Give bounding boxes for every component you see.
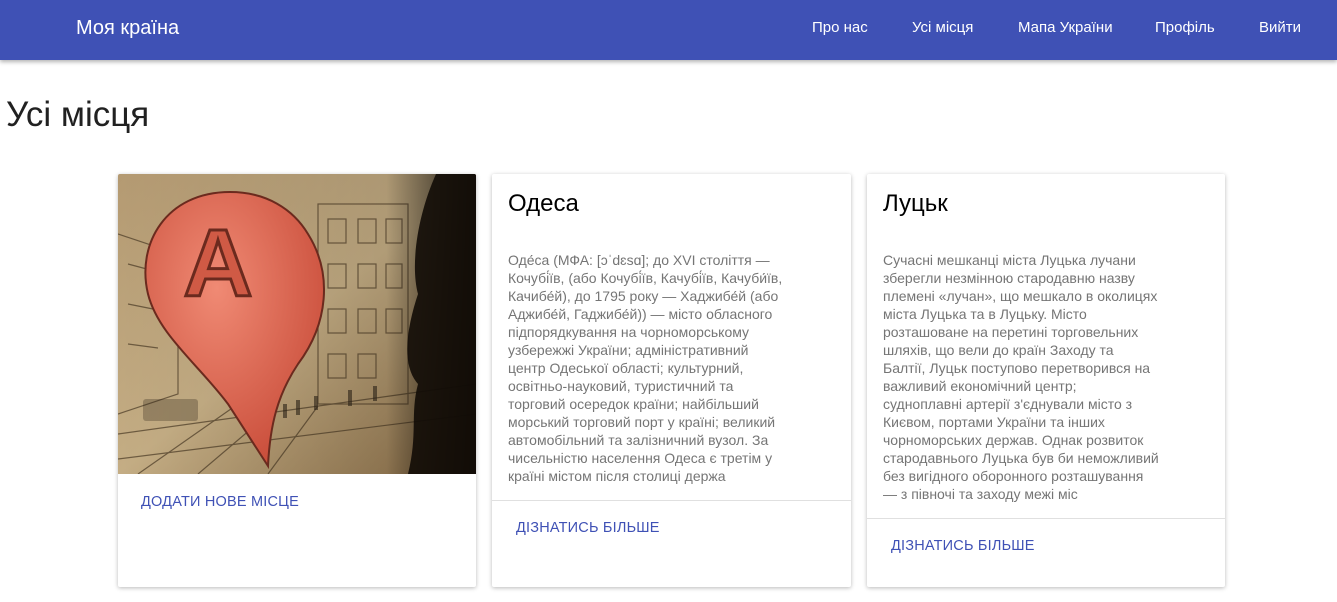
card-actions: ДОДАТИ НОВЕ МІСЦЕ (118, 474, 476, 587)
top-navbar: Моя країна Про нас Усі місця Мапа Україн… (0, 0, 1337, 60)
nav-link-profile[interactable]: Профіль (1155, 18, 1215, 38)
add-new-place-button[interactable]: ДОДАТИ НОВЕ МІСЦЕ (141, 493, 299, 511)
place-card-lutsk: Луцьк Сучасні мешканці міста Луцька луча… (867, 174, 1225, 587)
place-title: Луцьк (883, 190, 948, 217)
place-card-odesa: Одеса Оде́са (МФА: [ɔˈdɛsɑ]; до XVI стол… (492, 174, 851, 587)
learn-more-button[interactable]: ДІЗНАТИСЬ БІЛЬШЕ (516, 519, 660, 537)
add-place-card: A ДОДАТИ НОВЕ МІСЦЕ (118, 174, 476, 587)
learn-more-button[interactable]: ДІЗНАТИСЬ БІЛЬШЕ (891, 537, 1035, 555)
nav-link-logout[interactable]: Вийти (1259, 18, 1301, 38)
nav-link-all-places[interactable]: Усі місця (912, 18, 973, 38)
map-marker-a-icon: A (118, 174, 476, 475)
place-title: Одеса (508, 190, 579, 217)
nav-link-about[interactable]: Про нас (812, 18, 868, 38)
page-title: Усі місця (6, 95, 150, 134)
place-description: Оде́са (МФА: [ɔˈdɛsɑ]; до XVI століття —… (508, 252, 783, 484)
card-actions: ДІЗНАТИСЬ БІЛЬШЕ (492, 500, 851, 587)
svg-text:A: A (183, 210, 252, 317)
card-actions: ДІЗНАТИСЬ БІЛЬШЕ (867, 518, 1225, 587)
place-description: Сучасні мешканці міста Луцька лучани збе… (883, 252, 1159, 502)
brand-logo[interactable]: Моя країна (76, 16, 179, 40)
nav-link-map[interactable]: Мапа України (1018, 18, 1113, 38)
